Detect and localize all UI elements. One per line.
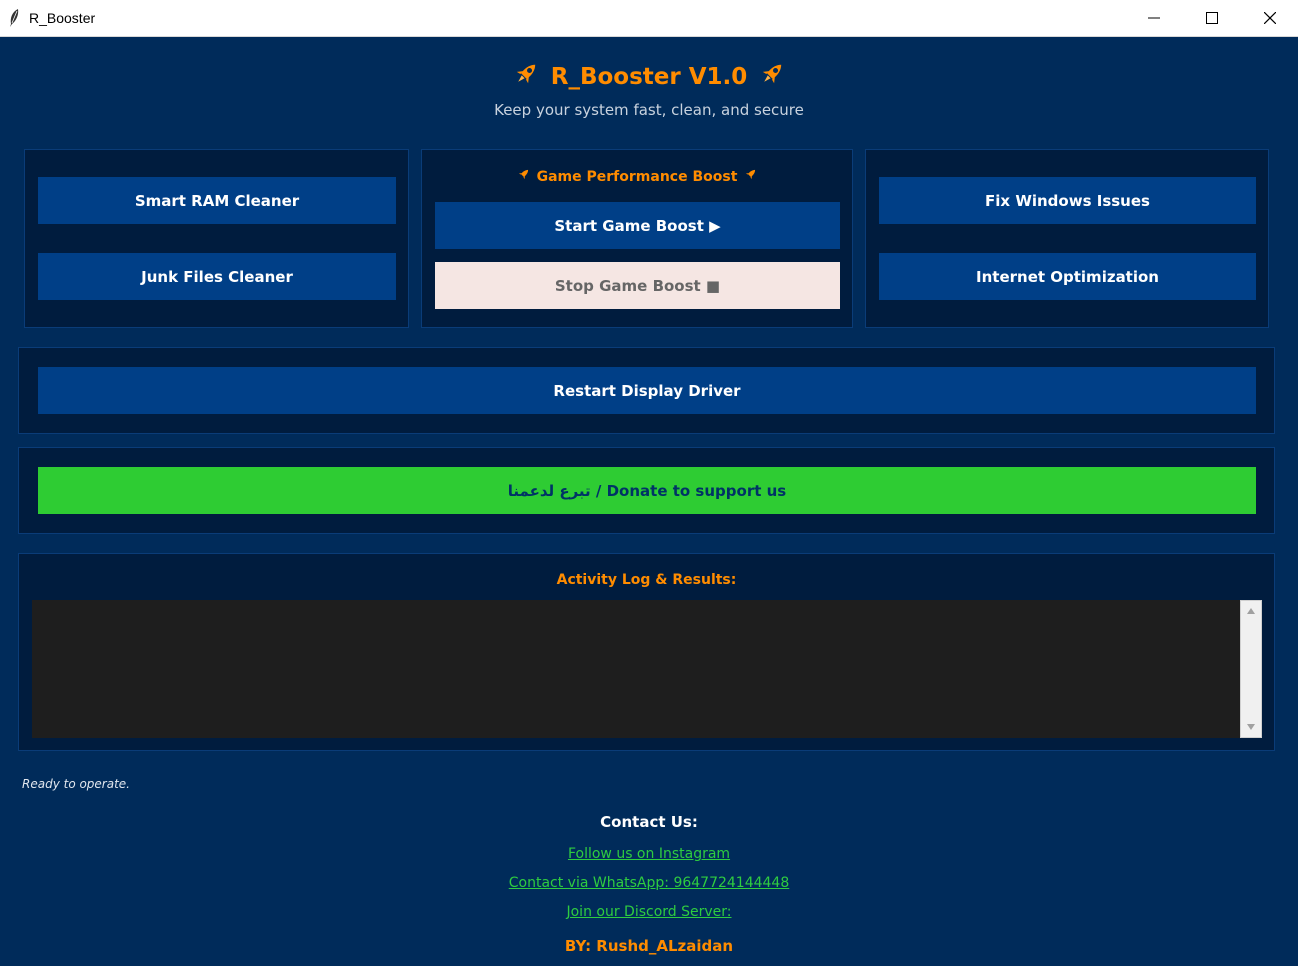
app-client-area: R_Booster V1.0 Keep your system fast, cl… [0,37,1298,966]
minimize-button[interactable] [1125,0,1183,36]
internet-optimization-button[interactable]: Internet Optimization [879,253,1256,300]
rocket-icon [511,59,541,95]
rocket-icon [516,167,531,186]
whatsapp-link-row: Contact via WhatsApp: 9647724144448 [0,875,1298,891]
feather-icon [6,8,22,28]
stop-game-boost-button[interactable]: Stop Game Boost ■ [435,262,840,309]
close-icon [1263,9,1277,28]
window-titlebar: R_Booster [0,0,1298,37]
instagram-link[interactable]: Follow us on Instagram [568,846,730,862]
junk-files-cleaner-button[interactable]: Junk Files Cleaner [38,253,396,300]
activity-log-textbox[interactable] [32,600,1262,738]
app-title-text: R_Booster V1.0 [550,64,748,90]
discord-link-row: Join our Discord Server: [0,904,1298,920]
maximize-icon [1206,9,1218,28]
start-game-boost-button[interactable]: Start Game Boost ▶ [435,202,840,249]
whatsapp-link[interactable]: Contact via WhatsApp: 9647724144448 [509,875,790,891]
close-button[interactable] [1241,0,1298,36]
instagram-link-row: Follow us on Instagram [0,846,1298,862]
scroll-up-arrow-icon[interactable] [1241,603,1261,619]
game-boost-title-text: Game Performance Boost [536,168,738,185]
minimize-icon [1148,9,1160,28]
maximize-button[interactable] [1183,0,1241,36]
discord-link[interactable]: Join our Discord Server: [566,904,731,920]
donate-button[interactable]: تبرع لدعمنا / Donate to support us [38,467,1256,514]
game-boost-title: Game Performance Boost [422,167,852,186]
smart-ram-cleaner-button[interactable]: Smart RAM Cleaner [38,177,396,224]
game-boost-panel: Game Performance Boost Start Game Boost … [421,149,853,328]
scroll-down-arrow-icon[interactable] [1241,719,1261,735]
window-title: R_Booster [29,10,96,26]
rocket-icon [757,59,787,95]
status-text: Ready to operate. [22,777,130,791]
donate-panel: تبرع لدعمنا / Donate to support us [18,447,1275,534]
app-subtitle: Keep your system fast, clean, and secure [494,101,804,119]
log-scrollbar[interactable] [1240,600,1262,738]
activity-log-title: Activity Log & Results: [556,572,737,588]
app-title: R_Booster V1.0 [0,59,1298,95]
restart-display-driver-button[interactable]: Restart Display Driver [38,367,1256,414]
author-byline: BY: Rushd_ALzaidan [564,937,734,955]
rocket-icon [743,167,758,186]
cleaner-panel: Smart RAM Cleaner Junk Files Cleaner [24,149,409,328]
fix-windows-issues-button[interactable]: Fix Windows Issues [879,177,1256,224]
display-driver-panel: Restart Display Driver [18,347,1275,434]
system-fix-panel: Fix Windows Issues Internet Optimization [865,149,1269,328]
activity-log-panel: Activity Log & Results: [18,553,1275,751]
contact-title: Contact Us: [600,813,698,831]
